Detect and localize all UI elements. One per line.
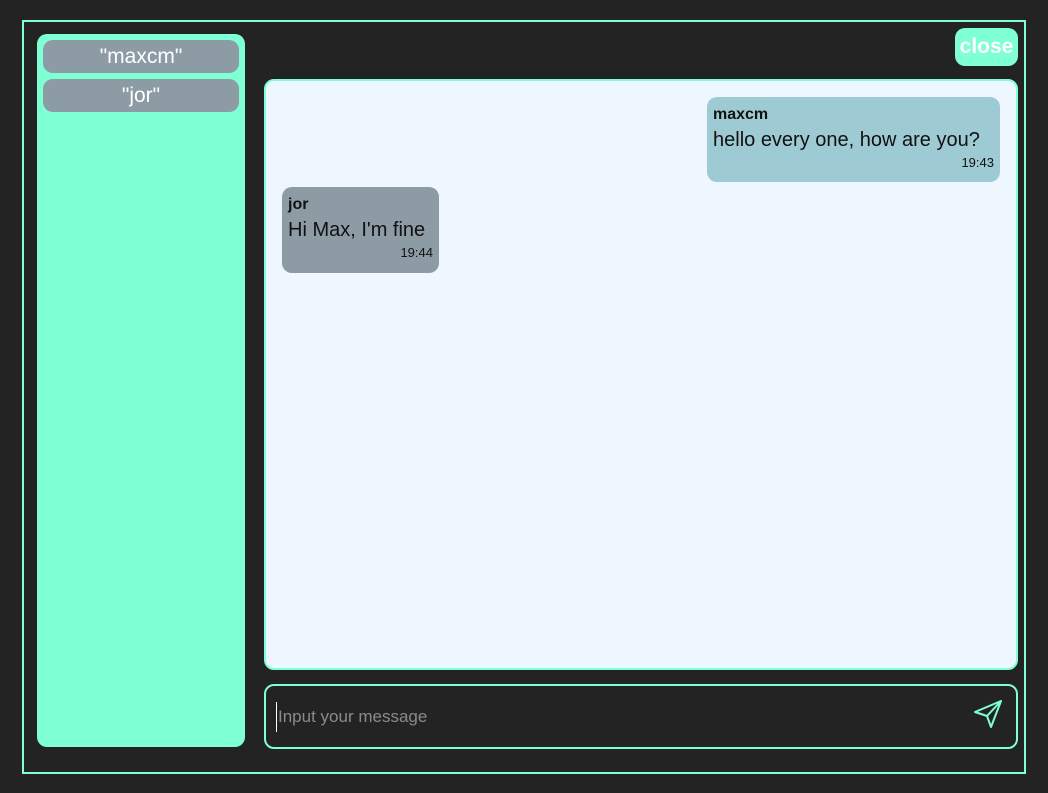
message-bubble-other: jor Hi Max, I'm fine 19:44 — [282, 187, 439, 273]
message-time: 19:44 — [400, 245, 433, 260]
chat-messages-panel[interactable]: maxcm hello every one, how are you? 19:4… — [264, 79, 1018, 670]
send-icon[interactable] — [972, 698, 1004, 730]
user-list-sidebar: "maxcm" "jor" — [37, 34, 245, 747]
message-time: 19:43 — [961, 155, 994, 170]
message-input[interactable] — [276, 702, 956, 732]
message-text: Hi Max, I'm fine — [288, 219, 426, 241]
message-sender: jor — [288, 196, 309, 213]
message-text: hello every one, how are you? — [713, 129, 980, 151]
message-composer — [264, 684, 1018, 749]
close-button[interactable]: close — [955, 28, 1018, 66]
user-item-maxcm[interactable]: "maxcm" — [43, 40, 239, 73]
user-item-jor[interactable]: "jor" — [43, 79, 239, 112]
message-sender: maxcm — [713, 106, 769, 123]
message-bubble-own: maxcm hello every one, how are you? 19:4… — [707, 97, 1000, 182]
